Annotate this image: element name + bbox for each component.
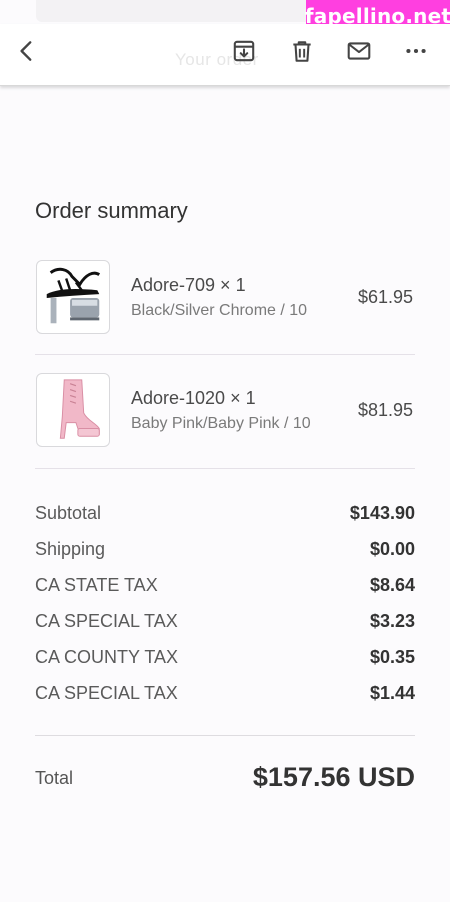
summary-label: CA COUNTY TAX [35, 647, 179, 667]
archive-button[interactable] [229, 36, 259, 66]
divider [35, 735, 415, 736]
total-label: Total [35, 768, 74, 788]
summary-row-subtotal: Subtotal $143.90 [35, 501, 415, 525]
item-name: Adore-1020 × 1 [131, 388, 256, 408]
item-price: $81.95 [357, 400, 413, 420]
email-toolbar: Your order [0, 24, 450, 86]
summary-value: $143.90 [349, 503, 415, 523]
summary-row-state-tax: CA STATE TAX $8.64 [35, 573, 415, 597]
pink-platform-boot-image [36, 373, 110, 447]
email-view: fapellino.net Your order Order summary A… [0, 0, 450, 902]
summary-row-shipping: Shipping $0.00 [35, 537, 415, 561]
summary-label: CA STATE TAX [35, 575, 158, 595]
black-silver-platform-heel-image [36, 260, 110, 334]
divider [35, 468, 415, 469]
trash-icon [293, 41, 311, 62]
item-variant: Baby Pink/Baby Pink / 10 [131, 415, 311, 432]
order-item: Adore-709 × 1 Black/Silver Chrome / 10 $… [35, 260, 415, 336]
summary-row-county-tax: CA COUNTY TAX $0.35 [35, 645, 415, 669]
mail-button[interactable] [344, 36, 374, 66]
summary-value: $1.44 [369, 683, 415, 703]
summary-label: Subtotal [35, 503, 102, 523]
summary-value: $0.00 [369, 539, 415, 559]
item-variant: Black/Silver Chrome / 10 [131, 302, 308, 319]
archive-download-icon [233, 40, 255, 62]
summary-value: $8.64 [369, 575, 415, 595]
delete-button[interactable] [287, 36, 317, 66]
more-button[interactable] [401, 36, 431, 66]
summary-row-special-tax-2: CA SPECIAL TAX $1.44 [35, 681, 415, 705]
divider [35, 354, 415, 355]
item-price: $61.95 [357, 287, 413, 307]
summary-label: CA SPECIAL TAX [35, 611, 178, 631]
summary-row-special-tax: CA SPECIAL TAX $3.23 [35, 609, 415, 633]
chevron-left-icon [20, 41, 32, 61]
more-dots-icon [406, 48, 426, 54]
summary-label: CA SPECIAL TAX [35, 683, 178, 703]
item-name: Adore-709 × 1 [131, 275, 246, 295]
summary-label: Shipping [35, 539, 106, 559]
envelope-icon [347, 42, 371, 60]
order-item: Adore-1020 × 1 Baby Pink/Baby Pink / 10 … [35, 373, 415, 449]
back-button[interactable] [12, 36, 42, 66]
summary-value: $0.35 [369, 647, 415, 667]
order-summary-title: Order summary [35, 198, 188, 223]
total-value: $157.56 USD [252, 762, 415, 792]
summary-value: $3.23 [369, 611, 415, 631]
